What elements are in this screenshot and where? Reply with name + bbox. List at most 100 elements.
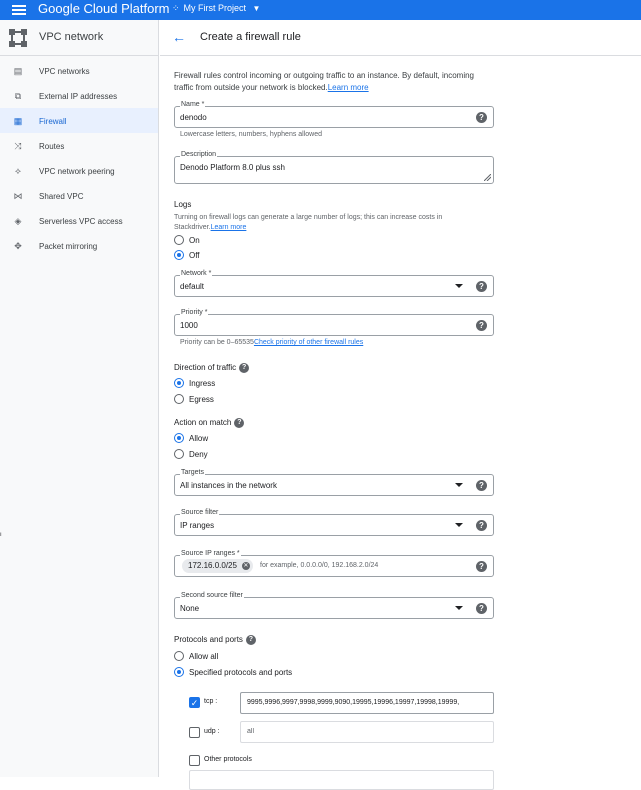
source-filter-select[interactable]: Source filter IP ranges ? [174,509,494,536]
sidebar-item-label: Serverless VPC access [39,217,123,226]
sidebar-item-label: Packet mirroring [39,242,98,251]
page-title: Create a firewall rule [200,31,301,43]
radio-circle [174,394,184,404]
description-value: Denodo Platform 8.0 plus ssh [180,163,285,172]
sidebar-item-packet-mirroring[interactable]: ✥ Packet mirroring [0,233,158,258]
description-label: Description [180,151,218,158]
tcp-label: tcp : [204,698,218,705]
other-protocols-checkbox[interactable] [189,755,200,766]
source-ip-label: Source IP ranges * [180,550,241,557]
other-protocols-input[interactable] [189,770,494,790]
serverless-icon: ◈ [14,216,22,226]
project-name: My First Project [183,3,247,13]
project-selector[interactable]: ⁘ My First Project ▼ [172,3,260,14]
vpc-network-logo-icon [9,29,27,47]
routes-icon: ⤨ [14,141,22,151]
back-arrow-icon[interactable]: ← [172,29,186,45]
help-icon[interactable]: ? [476,480,487,491]
radio-label: On [189,236,200,245]
action-title-text: Action on match [174,418,232,428]
help-icon[interactable]: ? [476,561,487,572]
brand-title[interactable]: Google Cloud Platform [38,1,170,16]
name-label: Name * [180,101,206,108]
targets-select[interactable]: Targets All instances in the network ? [174,469,494,496]
sidebar-item-label: VPC networks [39,67,90,76]
project-dots-icon: ⁘ [172,3,180,13]
sidebar-item-shared-vpc[interactable]: ⋈ Shared VPC [0,183,158,208]
edge-mark: ı [0,532,2,538]
shared-vpc-icon: ⋈ [13,191,23,201]
sidebar-item-label: Routes [39,142,65,151]
help-icon[interactable]: ? [476,603,487,614]
sidebar-item-label: Shared VPC [39,192,84,201]
targets-label: Targets [180,469,205,476]
name-field[interactable]: Name * denodo ? [174,101,494,128]
direction-title: Direction of traffic? [174,363,250,373]
radio-circle [174,651,184,661]
udp-ports-input[interactable]: all [240,721,494,743]
sidebar-item-serverless[interactable]: ◈ Serverless VPC access [0,208,158,233]
check-priority-link[interactable]: Check priority of other firewall rules [254,339,363,346]
radio-circle [174,378,184,388]
network-select[interactable]: Network * default ? [174,270,494,297]
radio-label: Specified protocols and ports [189,668,293,677]
chevron-down-icon: ▼ [252,4,261,13]
sidebar-item-vpc-networks[interactable]: ▤ VPC networks [0,58,158,83]
action-title: Action on match? [174,418,245,428]
protocols-title-text: Protocols and ports [174,635,243,645]
source-filter-label: Source filter [180,509,220,516]
dropdown-arrow-icon [455,483,463,487]
priority-label: Priority * [180,309,209,316]
sidebar-item-peering[interactable]: ⟡ VPC network peering [0,158,158,183]
help-icon[interactable]: ? [476,320,487,331]
radio-label: Egress [189,395,214,404]
help-icon[interactable]: ? [239,363,250,373]
chip-text: 172.16.0.0/25 [188,561,237,570]
udp-label: udp : [204,728,220,735]
direction-title-text: Direction of traffic [174,363,237,373]
udp-ports-placeholder: all [247,728,255,735]
sidebar: VPC network ▤ VPC networks ⧉ External IP a… [0,20,159,777]
radio-circle [174,449,184,459]
radio-label: Off [189,251,200,260]
help-icon[interactable]: ? [245,635,256,645]
sidebar-item-routes[interactable]: ⤨ Routes [0,133,158,158]
external-ip-icon: ⧉ [14,91,22,101]
udp-checkbox[interactable] [189,727,200,738]
radio-circle [174,667,184,677]
radio-label: Ingress [189,379,216,388]
second-filter-label: Second source filter [180,592,244,599]
logs-learn-more-link[interactable]: Learn more [211,224,247,231]
sidebar-item-label: Firewall [39,117,67,126]
second-source-filter-select[interactable]: Second source filter None ? [174,592,494,619]
menu-icon[interactable] [12,3,26,17]
targets-value: All instances in the network [180,481,277,490]
sidebar-header: VPC network [0,20,158,56]
learn-more-link[interactable]: Learn more [328,83,369,92]
description-field[interactable]: Description Denodo Platform 8.0 plus ssh [174,151,494,184]
help-icon[interactable]: ? [476,520,487,531]
page-header: ← Create a firewall rule [160,20,641,56]
sidebar-item-firewall[interactable]: ▦ Firewall [0,108,158,133]
network-value: default [180,282,205,291]
help-icon[interactable]: ? [476,281,487,292]
dropdown-arrow-icon [455,523,463,527]
network-label: Network * [180,270,213,277]
sidebar-item-external-ip[interactable]: ⧉ External IP addresses [0,83,158,108]
help-icon[interactable]: ? [476,112,487,123]
tcp-checkbox[interactable]: ✓ [189,697,200,708]
tcp-ports-input[interactable]: 9995,9996,9997,9998,9999,9090,19995,1999… [240,692,494,714]
radio-circle [174,433,184,443]
source-ip-ranges-field[interactable]: Source IP ranges * 172.16.0.0/25 ✕ for ex… [174,550,494,577]
peering-icon: ⟡ [15,166,21,176]
chip-remove-icon[interactable]: ✕ [241,562,250,570]
radio-label: Deny [189,450,208,459]
second-filter-value: None [180,604,200,613]
help-icon[interactable]: ? [234,418,245,428]
intro-body: Firewall rules control incoming or outgo… [174,71,475,92]
vpc-networks-icon: ▤ [13,66,23,76]
priority-field[interactable]: Priority * 1000 ? [174,309,494,336]
resize-handle-icon[interactable] [484,174,491,181]
priority-hint: Priority can be 0–65535Check priority of… [180,339,363,346]
ip-range-chip[interactable]: 172.16.0.0/25 ✕ [182,559,253,573]
